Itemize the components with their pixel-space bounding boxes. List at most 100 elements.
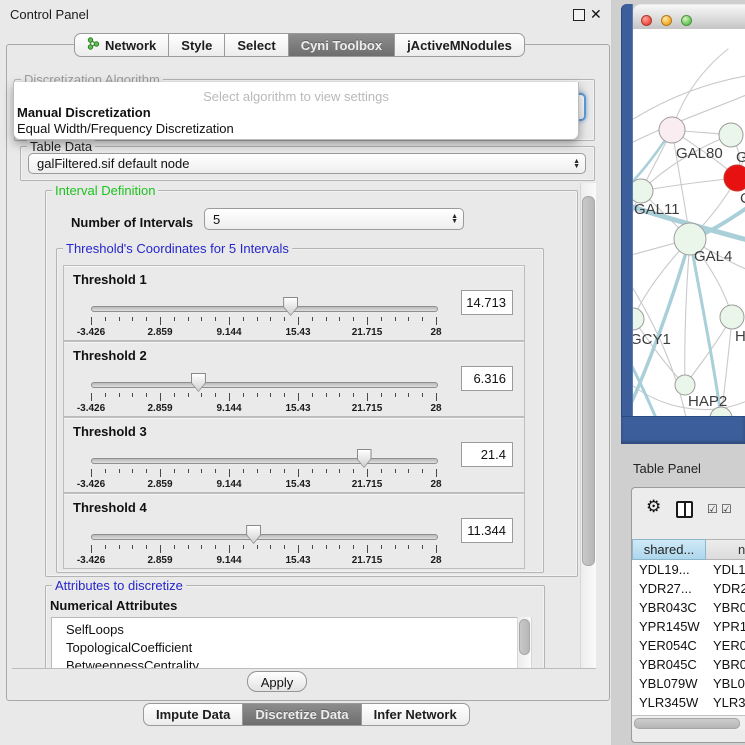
network-edge-highlighted[interactable] bbox=[690, 239, 721, 416]
zoom-traffic-light-icon[interactable] bbox=[681, 15, 692, 26]
major-tick bbox=[298, 393, 299, 401]
popup-item-equal-width-frequency-discretization[interactable]: Equal Width/Frequency Discretization bbox=[14, 121, 578, 137]
minor-tick bbox=[284, 545, 285, 549]
minimize-traffic-light-icon[interactable] bbox=[661, 15, 672, 26]
threshold-value-field[interactable]: 6.316 bbox=[461, 366, 513, 391]
network-edge[interactable] bbox=[672, 49, 728, 130]
tab-network[interactable]: Network bbox=[74, 33, 169, 57]
list-item-selfloops[interactable]: SelfLoops bbox=[52, 621, 518, 639]
network-edge[interactable] bbox=[633, 319, 685, 385]
network-edge[interactable] bbox=[641, 135, 731, 191]
slider-track[interactable] bbox=[91, 306, 438, 312]
scrollbar-thumb[interactable] bbox=[634, 718, 740, 729]
table-row[interactable]: YDL19...YDL1 bbox=[632, 560, 745, 579]
tick-label: 15.43 bbox=[266, 403, 330, 414]
slider-handle[interactable] bbox=[357, 449, 372, 468]
network-node-c[interactable] bbox=[724, 165, 745, 191]
network-edge[interactable] bbox=[633, 75, 745, 123]
list-item-topologicalcoefficient[interactable]: TopologicalCoefficient bbox=[52, 639, 518, 657]
scrollbar-thumb[interactable] bbox=[519, 619, 530, 655]
tab-style[interactable]: Style bbox=[168, 33, 225, 57]
apply-button[interactable]: Apply bbox=[247, 671, 307, 692]
minor-tick bbox=[339, 469, 340, 473]
minor-tick bbox=[215, 393, 216, 397]
attributes-group: Attributes to discretize Numerical Attri… bbox=[45, 585, 545, 669]
minor-tick bbox=[257, 393, 258, 397]
close-icon[interactable]: ✕ bbox=[590, 6, 602, 23]
cell-shared-name: YER054C bbox=[632, 636, 706, 655]
network-node-gcy1[interactable] bbox=[633, 308, 644, 330]
attributes-list-scrollbar[interactable] bbox=[517, 617, 532, 669]
checkbox-icon[interactable]: ☑ bbox=[721, 502, 732, 516]
tab-infer-network[interactable]: Infer Network bbox=[361, 703, 470, 726]
network-node-gal11[interactable] bbox=[633, 179, 653, 203]
cell-shared-name: YDR27... bbox=[632, 579, 706, 598]
slider-track[interactable] bbox=[91, 458, 438, 464]
threshold-value-field[interactable]: 21.4 bbox=[461, 442, 513, 467]
network-window-titlebar[interactable] bbox=[633, 4, 745, 30]
tab-label: Cyni Toolbox bbox=[301, 38, 382, 53]
network-canvas[interactable]: GAL80GACGAL11GAL4GCY1HHAP2 bbox=[633, 29, 745, 416]
checkbox-icon[interactable]: ☑ bbox=[707, 502, 718, 516]
column-header-shared[interactable]: shared... bbox=[632, 539, 706, 560]
table-data-combo[interactable]: galFiltered.sif default node ▲▼ bbox=[28, 153, 586, 174]
float-window-icon[interactable] bbox=[573, 9, 585, 21]
major-tick bbox=[91, 545, 92, 553]
table-panel-title: Table Panel bbox=[633, 461, 701, 476]
minor-tick bbox=[132, 545, 133, 549]
minor-tick bbox=[353, 393, 354, 397]
slider-track[interactable] bbox=[91, 534, 438, 540]
network-edge[interactable] bbox=[685, 239, 690, 385]
minor-tick bbox=[395, 545, 396, 549]
tab-select[interactable]: Select bbox=[224, 33, 288, 57]
numerical-attributes-list[interactable]: SelfLoopsTopologicalCoefficientBetweenne… bbox=[51, 617, 519, 669]
table-row[interactable]: YBL079WYBL0 bbox=[632, 674, 745, 693]
slider-handle[interactable] bbox=[246, 525, 261, 544]
table-row[interactable]: YLR345WYLR3 bbox=[632, 693, 745, 712]
gear-icon[interactable]: ⚙ bbox=[646, 498, 661, 515]
major-tick bbox=[229, 469, 230, 477]
minor-tick bbox=[243, 317, 244, 321]
table-row[interactable]: YPR145WYPR1 bbox=[632, 617, 745, 636]
table-row[interactable]: YBR043CYBR0 bbox=[632, 598, 745, 617]
number-of-intervals-combo[interactable]: 5 ▲▼ bbox=[204, 208, 464, 230]
network-node-gal80[interactable] bbox=[659, 117, 685, 143]
popup-item-manual-discretization[interactable]: Manual Discretization bbox=[14, 105, 578, 121]
slider-handle[interactable] bbox=[283, 297, 298, 316]
major-tick bbox=[436, 317, 437, 325]
table-row[interactable]: YDR27...YDR2 bbox=[632, 579, 745, 598]
tick-label: -3.426 bbox=[59, 403, 123, 414]
minor-tick bbox=[326, 317, 327, 321]
close-traffic-light-icon[interactable] bbox=[641, 15, 652, 26]
tick-label: 9.144 bbox=[197, 403, 261, 414]
scrollbar-thumb[interactable] bbox=[582, 196, 595, 566]
tab-impute-data[interactable]: Impute Data bbox=[143, 703, 243, 726]
network-node-h[interactable] bbox=[720, 305, 744, 329]
table-horizontal-scrollbar[interactable] bbox=[632, 715, 745, 730]
column-header-name[interactable]: na bbox=[706, 539, 745, 560]
minor-tick bbox=[395, 317, 396, 321]
threshold-value-field[interactable]: 11.344 bbox=[461, 518, 513, 543]
slider-track[interactable] bbox=[91, 382, 438, 388]
threshold-value-field[interactable]: 14.713 bbox=[461, 290, 513, 315]
tick-label: 15.43 bbox=[266, 555, 330, 566]
tick-label: 28 bbox=[404, 555, 468, 566]
settings-scrollbar[interactable] bbox=[580, 183, 596, 668]
table-row[interactable]: YBR045CYBR0 bbox=[632, 655, 745, 674]
list-item-betweennesscentrality[interactable]: BetweennessCentrality bbox=[52, 657, 518, 669]
slider-handle[interactable] bbox=[191, 373, 206, 392]
network-node-ga[interactable] bbox=[719, 123, 743, 147]
table-data-combo-value: galFiltered.sif default node bbox=[37, 156, 189, 171]
tab-discretize-data[interactable]: Discretize Data bbox=[242, 703, 361, 726]
table-row[interactable]: YER054CYER0 bbox=[632, 636, 745, 655]
cell-name: YBL0 bbox=[706, 674, 745, 693]
tab-cyni-toolbox[interactable]: Cyni Toolbox bbox=[288, 33, 395, 57]
network-edge[interactable] bbox=[641, 178, 737, 191]
tab-jactivemnodules[interactable]: jActiveMNodules bbox=[394, 33, 525, 57]
tab-label: Impute Data bbox=[156, 707, 230, 722]
columns-icon[interactable] bbox=[676, 501, 693, 518]
minor-tick bbox=[284, 317, 285, 321]
network-node-hap2[interactable] bbox=[675, 375, 695, 395]
node-label: H bbox=[735, 328, 745, 345]
network-window-frame bbox=[621, 416, 745, 444]
